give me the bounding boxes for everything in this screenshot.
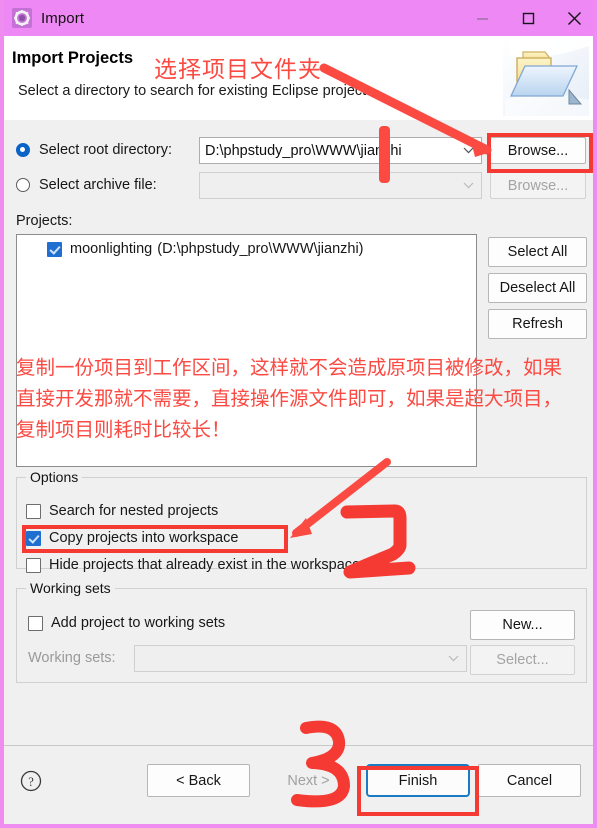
working-sets-group-title: Working sets xyxy=(26,580,115,596)
close-icon[interactable] xyxy=(551,0,593,36)
page-title: Import Projects xyxy=(12,49,134,67)
copy-into-workspace-checkbox[interactable] xyxy=(26,530,41,546)
archive-file-combo xyxy=(199,172,482,199)
project-path: (D:\phpstudy_pro\WWW\jianzhi) xyxy=(157,241,364,257)
browse-archive-file-button: Browse... xyxy=(490,172,586,199)
radio-root-directory-label: Select root directory: xyxy=(39,142,172,158)
svg-text:?: ? xyxy=(28,775,34,789)
root-directory-value: D:\phpstudy_pro\WWW\jianzhi xyxy=(205,142,402,159)
hide-existing-label: Hide projects that already exist in the … xyxy=(49,557,361,573)
gear-glyph xyxy=(14,10,30,26)
page-subtitle: Select a directory to search for existin… xyxy=(18,83,378,99)
hide-existing-checkbox[interactable] xyxy=(26,557,41,573)
back-button[interactable]: < Back xyxy=(147,764,250,797)
maximize-icon[interactable] xyxy=(505,0,551,36)
dialog-footer: ? < Back Next > Finish Cancel xyxy=(4,745,593,824)
search-nested-label: Search for nested projects xyxy=(49,503,219,519)
option-copy-into-workspace[interactable]: Copy projects into workspace xyxy=(26,530,238,546)
window-title: Import xyxy=(41,9,85,27)
radio-archive-file-dot[interactable] xyxy=(16,178,30,192)
open-folder-icon xyxy=(503,38,589,116)
chevron-down-icon-disabled xyxy=(455,182,481,189)
cancel-button[interactable]: Cancel xyxy=(478,764,581,797)
radio-root-directory[interactable]: Select root directory: xyxy=(16,142,172,158)
deselect-all-button[interactable]: Deselect All xyxy=(488,273,587,303)
new-working-set-button[interactable]: New... xyxy=(470,610,575,640)
footer-divider xyxy=(4,745,593,746)
options-group-title: Options xyxy=(26,469,83,485)
project-name: moonlighting xyxy=(70,241,153,257)
working-sets-combo xyxy=(134,645,467,672)
options-group: Options xyxy=(16,469,587,569)
finish-button[interactable]: Finish xyxy=(366,764,470,797)
add-project-to-working-sets[interactable]: Add project to working sets xyxy=(28,615,225,631)
root-directory-combo[interactable]: D:\phpstudy_pro\WWW\jianzhi xyxy=(199,137,482,164)
dialog-header: Import Projects Select a directory to se… xyxy=(4,36,593,120)
list-item[interactable]: moonlighting (D:\phpstudy_pro\WWW\jianzh… xyxy=(17,235,476,257)
chevron-down-icon[interactable] xyxy=(455,147,481,154)
add-working-sets-label: Add project to working sets xyxy=(51,615,226,631)
projects-list[interactable]: moonlighting (D:\phpstudy_pro\WWW\jianzh… xyxy=(16,234,477,467)
import-dialog-window: Import Import Projects Select a director… xyxy=(0,0,597,828)
title-bar: Import xyxy=(4,0,593,36)
dialog-body: Select root directory: D:\phpstudy_pro\W… xyxy=(4,120,593,720)
refresh-button[interactable]: Refresh xyxy=(488,309,587,339)
select-all-button[interactable]: Select All xyxy=(488,237,587,267)
add-working-sets-checkbox[interactable] xyxy=(28,615,43,631)
projects-label: Projects: xyxy=(16,213,73,229)
next-button: Next > xyxy=(257,764,360,797)
window-controls xyxy=(459,0,593,36)
option-hide-existing[interactable]: Hide projects that already exist in the … xyxy=(26,557,360,573)
chevron-down-icon-working-sets xyxy=(440,655,466,662)
select-working-set-button: Select... xyxy=(470,645,575,675)
radio-archive-file[interactable]: Select archive file: xyxy=(16,177,157,193)
option-search-nested[interactable]: Search for nested projects xyxy=(26,503,218,519)
copy-into-workspace-label: Copy projects into workspace xyxy=(49,530,239,546)
working-sets-label: Working sets: xyxy=(28,650,116,666)
project-checkbox[interactable] xyxy=(47,241,62,257)
minimize-icon[interactable] xyxy=(459,0,505,36)
radio-archive-file-label: Select archive file: xyxy=(39,177,157,193)
help-icon[interactable]: ? xyxy=(20,770,42,792)
browse-root-directory-button[interactable]: Browse... xyxy=(490,137,586,164)
search-nested-checkbox[interactable] xyxy=(26,503,41,519)
import-gear-icon xyxy=(12,8,32,28)
radio-root-directory-dot[interactable] xyxy=(16,143,30,157)
